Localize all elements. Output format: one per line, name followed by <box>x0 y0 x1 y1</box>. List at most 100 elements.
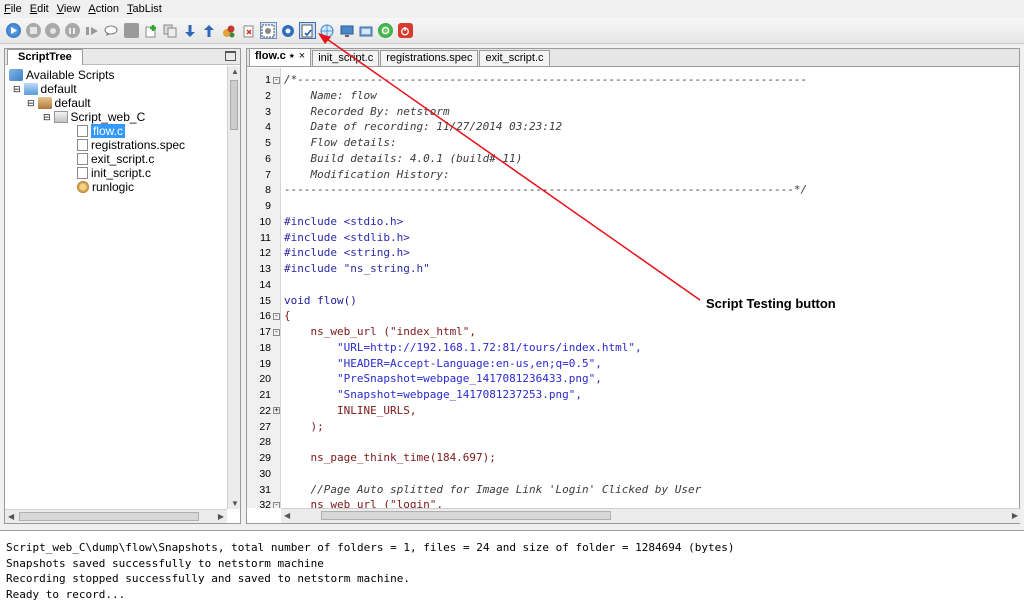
code-line: 11 #include <stdlib.h> <box>247 230 1019 246</box>
gear-icon <box>77 181 89 193</box>
tree-item-registrations-spec[interactable]: registrations.spec <box>77 138 185 152</box>
line-number: 14 <box>259 278 271 291</box>
console-line: Ready to record... <box>6 588 126 601</box>
script-testing-icon[interactable] <box>298 22 316 39</box>
scroll-down-icon[interactable]: ▼ <box>231 499 239 508</box>
maximize-icon[interactable] <box>225 51 236 61</box>
paste-icon[interactable] <box>241 23 256 38</box>
tree-item-label: runlogic <box>92 180 135 194</box>
line-number: 6 <box>265 152 271 165</box>
line-number: 5 <box>265 137 271 149</box>
power-icon[interactable] <box>397 23 413 38</box>
play-icon[interactable] <box>6 23 21 38</box>
comment-icon[interactable] <box>104 23 119 38</box>
code-text: Modification History: <box>284 167 450 181</box>
settings-icon[interactable] <box>280 23 295 38</box>
tree-item-default-1[interactable]: ⊟ default <box>13 82 77 96</box>
scroll-right-icon[interactable]: ▶ <box>218 512 224 521</box>
step-icon[interactable] <box>84 23 99 38</box>
tree-vertical-thumb[interactable] <box>230 80 238 130</box>
line-number: 15 <box>259 294 271 307</box>
download-icon[interactable] <box>182 23 197 38</box>
tab-flow-c[interactable]: flow.c ⭑ × <box>249 48 312 66</box>
scroll-left-icon[interactable]: ◀ <box>284 511 290 520</box>
tree-item-runlogic[interactable]: runlogic <box>77 180 134 194</box>
code-line: 16-{ <box>247 308 1019 324</box>
code-line: 27 ); <box>247 419 1019 435</box>
tree-item-init-script-c[interactable]: init_script.c <box>77 166 151 180</box>
editor-horizontal-scrollbar[interactable]: ◀ ▶ <box>281 508 1021 523</box>
script-tree: Available Scripts ⊟ default ⊟ default ⊟ Scr… <box>5 65 240 505</box>
console-line: Recording stopped successfully and saved… <box>6 572 410 585</box>
tree-horizontal-thumb[interactable] <box>19 512 199 521</box>
tree-root[interactable]: Available Scripts <box>9 68 115 82</box>
code-line: 31 //Page Auto splitted for Image Link '… <box>247 482 1019 498</box>
code-line: 4 Date of recording: 11/27/2014 03:23:12 <box>247 119 1019 135</box>
upload-icon[interactable] <box>202 23 217 38</box>
code-text: ----------------------------------------… <box>284 183 808 197</box>
add-icon[interactable] <box>143 23 158 38</box>
code-text: Recorded By: netstorm <box>284 104 450 118</box>
menu-view[interactable]: View <box>57 3 81 15</box>
code-text: #include <stdio.h> <box>284 214 404 228</box>
stop-icon[interactable] <box>25 23 41 38</box>
code-text: #include "ns_string.h" <box>284 262 430 275</box>
tree-root-label: Available Scripts <box>26 68 115 82</box>
tree-item-default-2[interactable]: ⊟ default <box>27 96 91 110</box>
collapse-icon[interactable]: - <box>273 501 280 508</box>
globe-icon[interactable] <box>320 23 335 38</box>
tree-item-exit-script-c[interactable]: exit_script.c <box>77 152 154 166</box>
snapshot-icon[interactable] <box>259 22 277 39</box>
tree-item-script-web-c[interactable]: ⊟ Script_web_C <box>43 110 145 124</box>
pause-icon[interactable] <box>64 23 80 38</box>
tab-init-script-c[interactable]: init_script.c <box>312 50 380 66</box>
collapse-icon[interactable]: - <box>273 76 280 84</box>
collapse-icon: ⊟ <box>13 84 21 94</box>
code-line: 6 Build details: 4.0.1 (build# 11) <box>247 151 1019 167</box>
code-line: 19 "HEADER=Accept-Language:en-us,en;q=0.… <box>247 356 1019 372</box>
code-text: ns_page_think_time(184.697); <box>284 451 496 464</box>
tree-item-flow-c[interactable]: flow.c <box>77 124 126 138</box>
collapse-icon[interactable]: - <box>273 328 280 336</box>
pin-icon[interactable]: ⭑ <box>289 50 295 62</box>
collapse-icon: ⊟ <box>27 98 35 108</box>
line-number: 11 <box>260 231 271 244</box>
menu-action[interactable]: Action <box>88 3 119 15</box>
editor-horizontal-thumb[interactable] <box>321 511 611 520</box>
script-folder-icon <box>53 111 68 123</box>
code-text: INLINE_URLS, <box>284 403 417 417</box>
close-icon[interactable]: × <box>299 50 305 62</box>
folder-icon <box>23 83 38 95</box>
refresh-icon[interactable] <box>378 23 394 38</box>
wizard-icon[interactable] <box>222 23 237 38</box>
record-stop-icon[interactable] <box>45 23 61 38</box>
tab-registrations-spec[interactable]: registrations.spec <box>380 50 479 66</box>
monitor-icon[interactable] <box>339 23 354 38</box>
tree-item-label: flow.c <box>91 124 126 138</box>
scroll-left-icon[interactable]: ◀ <box>8 512 14 521</box>
expand-icon[interactable]: + <box>273 407 280 415</box>
line-number: 21 <box>259 389 271 401</box>
code-line: 14 <box>247 277 1019 293</box>
line-number: 9 <box>265 200 271 212</box>
scroll-right-icon[interactable]: ▶ <box>1012 511 1018 520</box>
tab-exit-script-c[interactable]: exit_script.c <box>479 50 550 66</box>
screen-icon[interactable] <box>359 23 374 38</box>
code-area[interactable]: 1-/*------------------------------------… <box>247 68 1019 508</box>
line-number: 4 <box>265 121 271 134</box>
tree-vertical-scrollbar[interactable]: ▲ ▼ <box>227 66 240 509</box>
menu-file[interactable]: File <box>4 3 22 15</box>
collapse-icon[interactable]: - <box>273 312 280 320</box>
tab-scripttree[interactable]: ScriptTree <box>7 49 83 65</box>
scroll-up-icon[interactable]: ▲ <box>231 67 239 76</box>
code-text: "Snapshot=webpage_1417081237253.png", <box>284 388 583 401</box>
line-number: 31 <box>259 483 271 496</box>
code-line: 22 + INLINE_URLS, <box>247 403 1019 419</box>
menu-edit[interactable]: Edit <box>30 3 49 15</box>
tree-horizontal-scrollbar[interactable]: ◀ ▶ <box>5 509 227 523</box>
menu-tablist[interactable]: TabList <box>127 3 162 15</box>
code-editor-panel: flow.c ⭑ × init_script.c registrations.sp… <box>246 48 1021 524</box>
script-tree-panel: ScriptTree Available Scripts ⊟ default ⊟ d… <box>4 48 241 524</box>
copy-icon[interactable] <box>163 23 178 38</box>
save-icon[interactable] <box>123 23 139 38</box>
